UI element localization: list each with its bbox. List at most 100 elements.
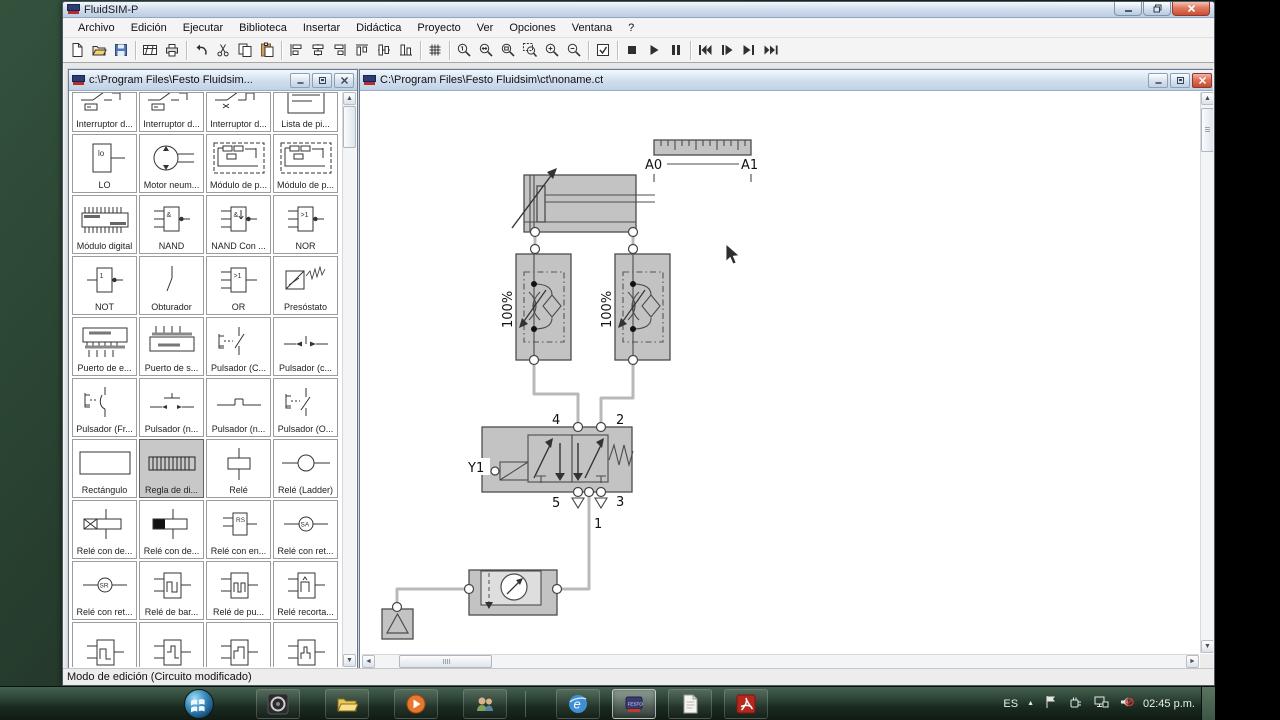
toolbar-align-bottom-button[interactable]	[395, 40, 417, 61]
start-button[interactable]	[182, 687, 216, 720]
toolbar-zoom-100-button[interactable]	[453, 40, 475, 61]
toolbar-zoom-fit-button[interactable]	[475, 40, 497, 61]
toolbar-copy-button[interactable]	[234, 40, 256, 61]
toolbar-to-start-button[interactable]	[694, 40, 716, 61]
main-titlebar[interactable]: FluidSIM-P	[63, 2, 1214, 18]
toolbar-stop-button[interactable]	[621, 40, 643, 61]
component-nand[interactable]: & NAND	[139, 195, 204, 254]
component-regla-de-di[interactable]: Regla de di...	[139, 439, 204, 498]
component-interruptor-d[interactable]: Interruptor d...	[206, 92, 271, 132]
toolbar-align-middle-button[interactable]	[373, 40, 395, 61]
taskbar-media-player-button[interactable]	[394, 688, 438, 719]
circuit-titlebar[interactable]: C:\Program Files\Festo Fluidsim\ct\nonam…	[360, 70, 1213, 91]
toolbar-play-button[interactable]	[643, 40, 665, 61]
toolbar-step-button[interactable]	[716, 40, 738, 61]
circuit-vscrollbar[interactable]: ▲ ▼	[1200, 92, 1213, 653]
toolbar-zoom-prev-button[interactable]	[497, 40, 519, 61]
component-rele-de-bar[interactable]: Relé de bar...	[139, 561, 204, 620]
toolbar-new-button[interactable]	[66, 40, 88, 61]
toolbar-pause-button[interactable]	[665, 40, 687, 61]
toolbar-align-left-button[interactable]	[285, 40, 307, 61]
component-rele-con-de[interactable]: Relé con de...	[72, 500, 137, 559]
tray-expand-icon[interactable]: ▲	[1027, 700, 1034, 707]
component-pulsador-c[interactable]: Pulsador (C...	[206, 317, 271, 376]
component-rectangulo[interactable]: Rectángulo	[72, 439, 137, 498]
library-scrollbar[interactable]: ▲ ▼	[342, 92, 356, 667]
toolbar-grid-button[interactable]	[424, 40, 446, 61]
taskbar-contacts-button[interactable]	[463, 688, 507, 719]
menu-didactica[interactable]: Didáctica	[348, 20, 409, 37]
scroll-right-button[interactable]: ►	[1186, 655, 1199, 668]
circuit-canvas[interactable]: A0 A1 100% 100% Y1 4 2 5 3 1	[362, 92, 1199, 653]
menu-opciones[interactable]: Opciones	[501, 20, 563, 37]
toolbar-zoom-out-button[interactable]	[563, 40, 585, 61]
component-pulsador-n[interactable]: Pulsador (n...	[206, 378, 271, 437]
toolbar-align-center-button[interactable]	[307, 40, 329, 61]
component-interruptor-d[interactable]: Interruptor d...	[139, 92, 204, 132]
toolbar-check-circuit-button[interactable]	[592, 40, 614, 61]
scroll-down-button[interactable]: ▼	[343, 654, 356, 667]
scroll-thumb[interactable]	[1201, 108, 1213, 152]
taskbar-fluidsim-button[interactable]: FESTO	[612, 688, 656, 719]
component-pulsador-c[interactable]: Pulsador (c...	[273, 317, 338, 376]
circuit-hscrollbar[interactable]: ◄ ►	[362, 654, 1199, 668]
component-pulse-6[interactable]	[206, 622, 271, 667]
component-nor[interactable]: >1 NOR	[273, 195, 338, 254]
toolbar-zoom-in-button[interactable]	[541, 40, 563, 61]
component-lista-de-pi[interactable]: Lista de pi...	[273, 92, 338, 132]
component-rele-con-ret[interactable]: SR Relé con ret...	[72, 561, 137, 620]
action-center-flag-icon[interactable]	[1043, 694, 1059, 713]
component-pulse-5[interactable]	[139, 622, 204, 667]
language-indicator[interactable]: ES	[1003, 698, 1018, 710]
scroll-up-button[interactable]: ▲	[1201, 92, 1213, 105]
component-rele-ladder[interactable]: Relé (Ladder)	[273, 439, 338, 498]
component-puerto-de-e[interactable]: Puerto de e...	[72, 317, 137, 376]
component-pulsador-n[interactable]: Pulsador (n...	[139, 378, 204, 437]
toolbar-paste-button[interactable]	[256, 40, 278, 61]
component-rele-con-de[interactable]: Relé con de...	[139, 500, 204, 559]
toolbar-undo-button[interactable]	[190, 40, 212, 61]
menu-proyecto[interactable]: Proyecto	[409, 20, 468, 37]
component-nand-con[interactable]: & NAND Con ...	[206, 195, 271, 254]
toolbar-align-top-button[interactable]	[351, 40, 373, 61]
component-rele-con-ret[interactable]: SA Relé con ret...	[273, 500, 338, 559]
component-or[interactable]: >1 OR	[206, 256, 271, 315]
toolbar-to-end-button[interactable]	[738, 40, 760, 61]
taskbar-pdf-reader-button[interactable]	[724, 688, 768, 719]
menu-archivo[interactable]: Archivo	[70, 20, 123, 37]
restore-button[interactable]	[1143, 2, 1171, 16]
menu-help[interactable]: ?	[620, 20, 642, 37]
taskbar-media-app-button[interactable]	[256, 688, 300, 719]
component-pulsador-o[interactable]: Pulsador (O...	[273, 378, 338, 437]
library-close-button[interactable]	[334, 72, 354, 88]
volume-muted-icon[interactable]	[1118, 694, 1134, 713]
toolbar-open-button[interactable]	[88, 40, 110, 61]
component-interruptor-d[interactable]: Interruptor d...	[72, 92, 137, 132]
component-rele-recorta[interactable]: Relé recorta...	[273, 561, 338, 620]
component-obturador[interactable]: Obturador	[139, 256, 204, 315]
menu-ventana[interactable]: Ventana	[564, 20, 620, 37]
menu-biblioteca[interactable]: Biblioteca	[231, 20, 295, 37]
scroll-down-button[interactable]: ▼	[1201, 640, 1213, 653]
taskbar-notepad-button[interactable]	[668, 688, 712, 719]
circuit-close-button[interactable]	[1192, 72, 1212, 88]
circuit-minimize-button[interactable]	[1148, 72, 1168, 88]
clock[interactable]: 02:45 p.m.	[1143, 698, 1195, 710]
show-desktop-button[interactable]	[1201, 686, 1215, 720]
toolbar-run-fast-button[interactable]	[760, 40, 782, 61]
circuit-restore-button[interactable]	[1170, 72, 1190, 88]
scroll-thumb[interactable]	[399, 655, 492, 668]
component-pulse-7[interactable]	[273, 622, 338, 667]
component-pulse-4[interactable]	[72, 622, 137, 667]
scroll-left-button[interactable]: ◄	[362, 655, 375, 668]
component-modulo-de-p[interactable]: Módulo de p...	[273, 134, 338, 193]
close-button[interactable]	[1172, 2, 1210, 16]
component-not[interactable]: 1 NOT	[72, 256, 137, 315]
scroll-thumb[interactable]	[343, 106, 356, 148]
component-modulo-de-p[interactable]: Módulo de p...	[206, 134, 271, 193]
component-pulsador-fr[interactable]: Pulsador (Fr...	[72, 378, 137, 437]
library-restore-button[interactable]	[312, 72, 332, 88]
taskbar-explorer-button[interactable]	[325, 688, 369, 719]
toolbar-align-right-button[interactable]	[329, 40, 351, 61]
menu-edicion[interactable]: Edición	[123, 20, 175, 37]
